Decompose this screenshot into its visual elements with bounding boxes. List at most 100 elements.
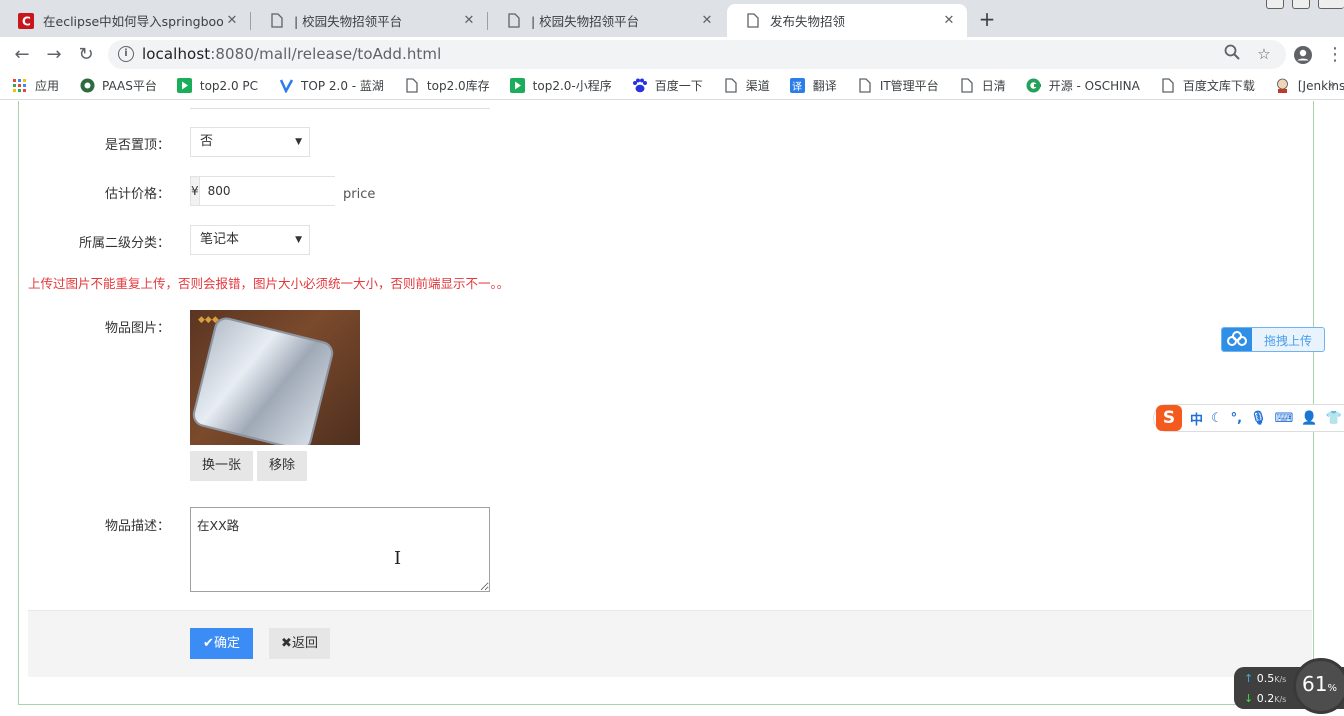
tab-campus-lost-found-2[interactable]: | 校园失物招领平台 ✕: [488, 4, 725, 37]
bookmark-label: TOP 2.0 - 蓝湖: [301, 79, 384, 93]
address-bar[interactable]: i localhost:8080/mall/release/toAdd.html…: [108, 40, 1286, 69]
oschina-icon: [1026, 78, 1042, 94]
tshirt-skin-icon[interactable]: 👕: [1326, 411, 1342, 426]
url-path: :8080/mall/release/toAdd.html: [210, 45, 442, 63]
drag-upload-widget[interactable]: 拖拽上传: [1221, 327, 1325, 352]
bookmark-channel[interactable]: 渠道: [723, 77, 770, 94]
new-tab-icon[interactable]: +: [976, 8, 998, 30]
bookmark-label: 应用: [35, 79, 60, 93]
upload-speed: ↑ 0.5K/s: [1244, 672, 1287, 685]
tab-title: 发布失物招领: [770, 14, 846, 29]
tab-eclipse[interactable]: C 在eclipse中如何导入springboot ✕: [0, 4, 250, 37]
jenkins-icon: [1275, 78, 1291, 94]
bookmark-label: 渠道: [745, 79, 770, 93]
bookmark-top2-mini[interactable]: top2.0-小程序: [510, 77, 612, 94]
back-arrow-icon[interactable]: ←: [10, 43, 34, 67]
close-icon[interactable]: ✕: [699, 13, 715, 28]
speed-unit: K/s: [1274, 675, 1287, 684]
close-icon[interactable]: ✕: [461, 13, 477, 28]
bookmark-paas[interactable]: PAAS平台: [79, 77, 157, 94]
page-icon: [269, 13, 285, 29]
svg-text:C: C: [22, 14, 31, 28]
info-icon[interactable]: i: [118, 46, 134, 62]
cloud-icon: [1222, 328, 1252, 351]
back-button[interactable]: ✖返回: [269, 628, 330, 659]
url-text[interactable]: localhost:8080/mall/release/toAdd.html: [142, 45, 441, 63]
punctuation-icon[interactable]: °,: [1231, 411, 1242, 426]
bookmark-label: 开源 - OSCHINA: [1048, 79, 1140, 93]
play-icon: [510, 78, 526, 94]
gauge-unit: %: [1327, 683, 1337, 694]
lanhu-icon: [278, 78, 294, 94]
forward-arrow-icon[interactable]: →: [42, 43, 66, 67]
star-icon[interactable]: ☆: [1254, 44, 1274, 64]
bookmark-it-admin[interactable]: IT管理平台: [857, 77, 939, 94]
description-textarea[interactable]: 在XX路: [190, 507, 490, 592]
price-input[interactable]: [199, 177, 358, 205]
memory-gauge[interactable]: 61%: [1293, 658, 1344, 714]
upload-warning-text: 上传过图片不能重复上传，否则会报错，图片大小必须统一大小，否则前端显示不一。。: [28, 276, 510, 291]
tab-title: | 校园失物招领平台: [294, 14, 403, 29]
sogou-logo-icon: S: [1156, 405, 1182, 431]
bookmark-riqing[interactable]: 日清: [959, 77, 1006, 94]
bookmarks-bar: 应用 PAAS平台 top2.0 PC TOP 2.0 - 蓝湖 top2.0库…: [0, 72, 1344, 100]
remove-image-button[interactable]: 移除: [257, 451, 307, 481]
drag-upload-label: 拖拽上传: [1264, 334, 1313, 348]
tab-campus-lost-found-1[interactable]: | 校园失物招领平台 ✕: [251, 4, 487, 37]
speed-unit: K/s: [1274, 695, 1287, 704]
restore-icon[interactable]: [1292, 0, 1310, 9]
replace-image-button[interactable]: 换一张: [190, 451, 253, 481]
bookmark-translate[interactable]: 译 翻译: [790, 77, 837, 94]
apps-grid-icon: [12, 78, 28, 94]
upload-speed-value: 0.5: [1256, 672, 1275, 685]
paas-icon: [79, 78, 95, 94]
previous-field-edge: [190, 101, 490, 109]
bookmark-oschina[interactable]: 开源 - OSCHINA: [1026, 77, 1140, 94]
text-cursor-icon: I: [394, 548, 402, 569]
dropdown-arrow-icon: ▼: [295, 235, 302, 245]
ime-mode-chinese[interactable]: 中: [1190, 409, 1203, 428]
keyboard-icon[interactable]: ⌨: [1275, 411, 1294, 426]
submit-button[interactable]: ✔确定: [190, 628, 253, 659]
moon-icon[interactable]: ☾: [1211, 411, 1223, 426]
subcategory-value: 笔记本: [200, 232, 240, 247]
translate-icon: 译: [790, 78, 806, 94]
item-image-preview: ◆◆◆: [190, 310, 360, 445]
download-speed: ↓ 0.2K/s: [1244, 692, 1287, 705]
bookmark-apps[interactable]: 应用: [12, 77, 59, 94]
network-speed-monitor: ↑ 0.5K/s ↓ 0.2K/s 61%: [1234, 658, 1344, 714]
account-icon[interactable]: [1291, 43, 1315, 67]
reload-icon[interactable]: ↻: [74, 43, 98, 67]
bookmark-lanhu[interactable]: TOP 2.0 - 蓝湖: [278, 77, 384, 94]
zoom-search-icon[interactable]: [1222, 44, 1242, 64]
page-icon: [959, 78, 975, 94]
gauge-value: 61: [1302, 672, 1328, 696]
subcategory-select[interactable]: 笔记本 ▼: [190, 225, 310, 255]
page-icon: [1160, 78, 1176, 94]
ime-toolbar[interactable]: S 中 ☾ °, 🎙 ⌨ 👤 👕: [1153, 404, 1344, 432]
user-icon[interactable]: 👤: [1301, 411, 1317, 426]
play-icon: [177, 78, 193, 94]
close-icon[interactable]: ✕: [941, 13, 957, 28]
bookmark-label: PAAS平台: [102, 79, 157, 93]
menu-kebab-icon[interactable]: ⋮: [1326, 43, 1344, 67]
minimize-icon[interactable]: [1266, 0, 1284, 9]
tab-publish-lost-found[interactable]: 发布失物招领 ✕: [727, 4, 967, 37]
description-label: 物品描述：: [104, 519, 170, 534]
bookmark-top2-pc[interactable]: top2.0 PC: [177, 78, 258, 94]
subcategory-label: 所属二级分类：: [78, 236, 170, 251]
close-window-icon[interactable]: [1318, 0, 1344, 9]
pin-top-select[interactable]: 否 ▼: [190, 127, 310, 157]
baidu-paw-icon: [632, 78, 648, 94]
bookmark-wenku[interactable]: 百度文库下载: [1160, 77, 1255, 94]
item-image-label: 物品图片：: [104, 321, 170, 336]
laptop-photo: [192, 317, 334, 445]
chevron-more-icon[interactable]: »: [1327, 77, 1336, 93]
bookmark-top2-stock[interactable]: top2.0库存: [404, 77, 490, 94]
microphone-icon[interactable]: 🎙: [1250, 411, 1267, 426]
close-icon[interactable]: ✕: [224, 13, 240, 28]
price-aux-text: price: [343, 187, 376, 202]
bookmark-label: top2.0库存: [426, 79, 490, 93]
bookmark-label: 翻译: [812, 79, 837, 93]
bookmark-baidu[interactable]: 百度一下: [632, 77, 703, 94]
